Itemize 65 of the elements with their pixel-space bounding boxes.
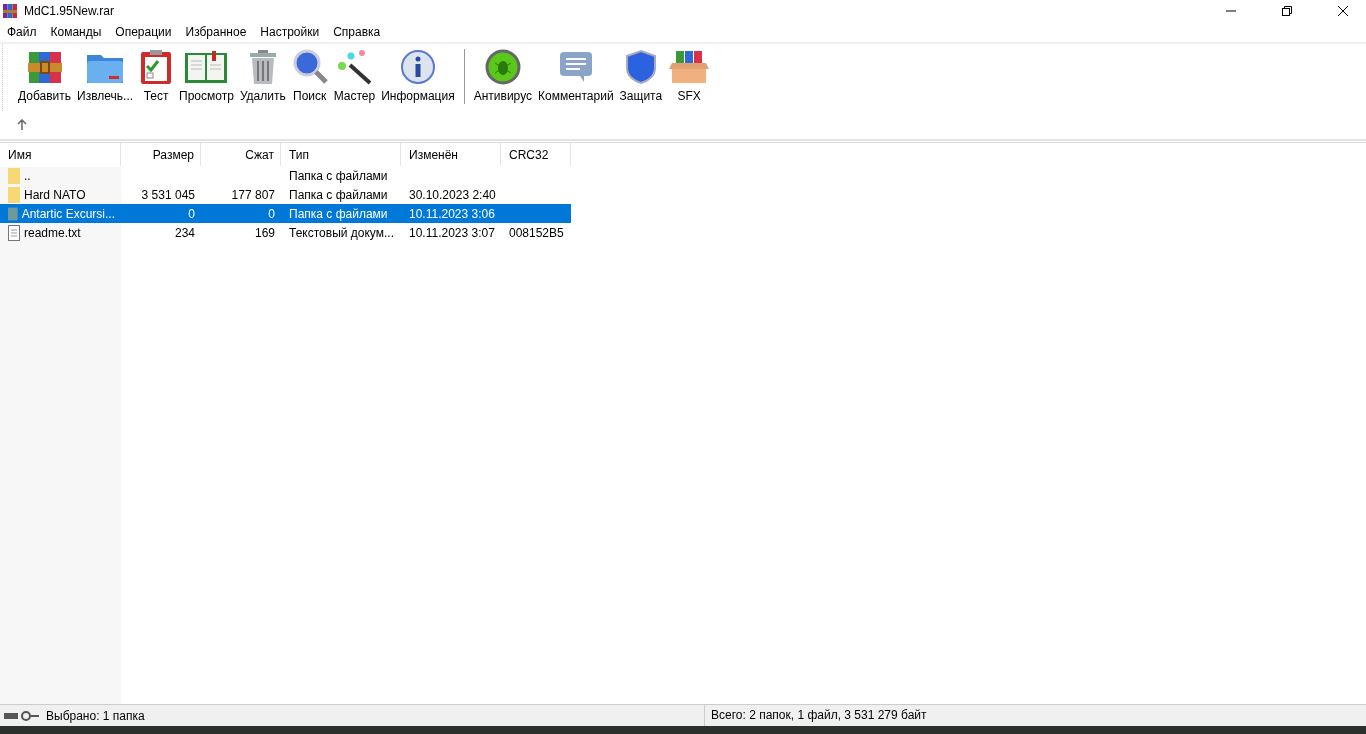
toolbar-button[interactable]: Удалить [236,49,289,103]
magnifier-icon [291,49,328,85]
menu-item[interactable]: Операции [115,25,172,39]
info-icon [399,49,436,85]
menu-item[interactable]: Справка [333,25,381,39]
table-cell: Папка с файлами [289,168,388,183]
toolbar-button[interactable]: Мастер [330,49,379,103]
column-header[interactable]: CRC32 [501,143,571,166]
box-books-icon [668,49,711,85]
drive-key-icon [4,710,40,721]
table-cell: 30.10.2023 2:40 [409,187,496,202]
toolbar-button[interactable]: Поиск [288,49,331,103]
table-cell: Antartic Excursi... [21,206,115,221]
column-header[interactable]: Имя [0,143,121,166]
window-title: MdC1.95New.rar [24,4,115,18]
column-header[interactable]: Сжат [201,143,281,166]
table-cell: readme.txt [24,225,81,240]
toolbar-button[interactable]: Антивирус [470,49,535,103]
restore-icon[interactable] [1281,5,1293,17]
toolbar-button[interactable]: Извлечь... [74,49,137,103]
file-row[interactable]: .. Папка с файлами [0,166,571,185]
close-icon[interactable] [1337,5,1349,17]
status-text: Выбрано: 1 папка [46,708,146,723]
table-cell: 234 [174,225,195,240]
toolbar-button[interactable]: Информация [378,49,458,103]
books-belt-icon [26,49,63,85]
toolbar-button[interactable]: Просмотр [176,49,237,103]
toolbar-button[interactable]: Комментарий [535,49,617,103]
table-cell: Папка с файлами [289,206,388,221]
toolbar-button[interactable]: Защита [616,49,666,103]
magic-wand-icon [336,49,373,85]
toolbar-button[interactable]: SFX [665,49,714,103]
table-cell: 0 [188,206,195,221]
document-icon [8,224,20,241]
menu-item[interactable]: Файл [7,25,37,39]
table-cell: 177 807 [231,187,275,202]
menu-item[interactable]: Избранное [185,25,247,39]
table-cell: Hard NATO [24,187,86,202]
menu-item[interactable]: Команды [50,25,102,39]
column-header[interactable]: Изменён [401,143,501,166]
table-cell: Текстовый докум... [289,225,394,240]
table-cell: Папка с файлами [289,187,388,202]
table-cell: 10.11.2023 3:06 [409,206,495,221]
toolbar-button[interactable]: Тест [136,49,177,103]
table-cell: 3 531 045 [141,187,195,202]
file-row[interactable]: Hard NATO 3 531 045 177 807 Папка с файлами 30.10.2023 2:40 [0,185,571,204]
menu-item[interactable]: Настройки [260,25,320,39]
bug-radar-icon [484,49,521,85]
table-cell: 10.11.2023 3:07 [409,225,495,240]
table-cell: .. [24,168,31,183]
toolbar-button[interactable]: Добавить [15,49,75,103]
trash-can-icon [247,49,278,85]
file-row[interactable]: readme.txt 234 169 Текстовый докум... 10.11.2023 3:07 008152B5 [0,223,571,242]
column-header[interactable]: Тип [281,143,401,166]
folder-icon [8,205,18,222]
table-cell: 0 [268,206,275,221]
clipboard-check-icon [139,49,174,85]
file-row[interactable]: Antartic Excursi... 0 0 Папка с файлами 10.11.2023 3:06 [0,204,571,223]
table-cell: 008152B5 [509,225,564,240]
column-header[interactable]: Размер [121,143,201,166]
table-cell: 169 [254,225,275,240]
app-logo-icon [2,3,18,19]
shield-icon [624,49,657,85]
open-book-icon [184,49,229,85]
up-arrow-icon[interactable] [17,119,27,131]
